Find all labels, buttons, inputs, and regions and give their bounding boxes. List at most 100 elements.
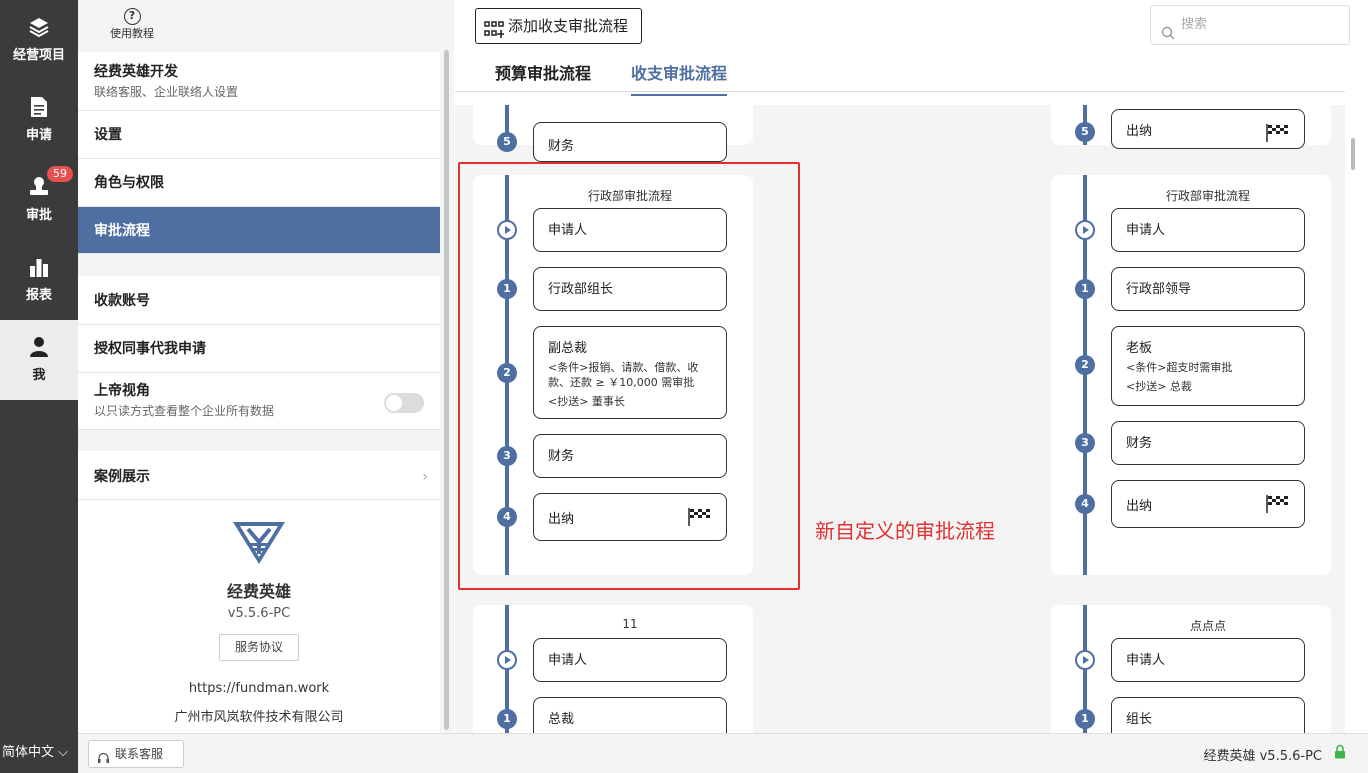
menu-item-accounts[interactable]: 收款账号 (78, 276, 440, 325)
flow-node[interactable]: 财务 (533, 122, 727, 162)
rail-label: 经营项目 (12, 48, 65, 63)
node-cc: <抄送> 总裁 (1126, 380, 1192, 393)
stamp-icon (29, 176, 49, 202)
flow-card[interactable]: 行政部审批流程 申请人 行政部领导 1 老板 <条件>超支时需审批 <抄送> 总… (1051, 175, 1331, 575)
flow-node[interactable]: 出纳 (1111, 480, 1305, 528)
flow-title: 11 (622, 617, 638, 631)
status-version: 经费英雄 v5.5.6-PC (1203, 749, 1322, 764)
contact-support-button[interactable]: 联系客服 (88, 740, 184, 768)
rail-label: 报表 (25, 288, 52, 303)
flow-node[interactable]: 组长 (1111, 697, 1305, 733)
add-flow-button[interactable]: 添加收支审批流程 (475, 8, 642, 44)
step-marker: 5 (497, 132, 517, 152)
search-icon (1161, 18, 1175, 56)
main-scrollbar[interactable] (1351, 138, 1355, 170)
layers-icon (28, 16, 50, 42)
highlight-box (458, 162, 800, 590)
lock-icon (1334, 744, 1346, 763)
menu-title: 角色与权限 (94, 175, 164, 191)
start-icon (1075, 650, 1095, 670)
flow-node[interactable]: 申请人 (1111, 638, 1305, 682)
annotation-label: 新自定义的审批流程 (815, 519, 995, 543)
menu-subtitle: 联络客服、企业联络人设置 (94, 85, 239, 99)
god-view-toggle[interactable] (384, 393, 424, 413)
rail-item-apply[interactable]: 申请 (0, 80, 78, 160)
agreement-button[interactable]: 服务协议 (219, 634, 299, 661)
document-icon (30, 96, 48, 122)
menu-title: 经费英雄开发 (94, 64, 178, 80)
menu-item-delegate[interactable]: 授权同事代我申请 (78, 325, 440, 373)
rail-item-reports[interactable]: 报表 (0, 240, 78, 320)
node-label: 财务 (1126, 436, 1153, 451)
website-link[interactable]: https://fundman.work (78, 681, 440, 696)
finish-flag-icon (1266, 495, 1290, 517)
question-icon: ? (123, 8, 141, 25)
flow-card[interactable]: 出纳 5 (1051, 105, 1331, 149)
help-button[interactable]: ? 使用教程 (94, 8, 170, 41)
headset-icon (97, 748, 110, 773)
node-label: 老板 (1126, 341, 1153, 356)
menu-title: 上帝视角 (94, 383, 150, 399)
flow-node[interactable]: 申请人 (1111, 208, 1305, 252)
search-input[interactable]: 搜索 (1150, 5, 1350, 45)
menu-title: 设置 (94, 127, 122, 143)
finish-flag-icon (1266, 124, 1290, 146)
tab-budget-flow[interactable]: 预算审批流程 (495, 60, 591, 84)
start-icon (1075, 220, 1095, 240)
bar-chart-icon (28, 256, 50, 282)
step-marker: 1 (1075, 709, 1095, 729)
add-flow-label: 添加收支审批流程 (508, 17, 629, 35)
flow-card[interactable]: 点点点 申请人 组长 1 (1051, 605, 1331, 733)
flow-node[interactable]: 总裁 (533, 697, 727, 733)
status-bar: 联系客服 经费英雄 v5.5.6-PC (78, 733, 1368, 773)
menu-title: 案例展示 (94, 469, 150, 485)
node-label: 申请人 (548, 653, 588, 668)
help-label: 使用教程 (110, 27, 154, 40)
node-label: 申请人 (1126, 223, 1166, 238)
node-label: 组长 (1126, 712, 1153, 727)
language-selector[interactable]: 简体中文 ⌵ (0, 733, 78, 773)
step-marker: 5 (1075, 122, 1095, 142)
app-name: 经费英雄 (226, 582, 291, 601)
node-label: 出纳 (1126, 499, 1153, 514)
menu-item-approval-flow[interactable]: 审批流程 (78, 207, 440, 254)
node-label: 出纳 (1126, 124, 1153, 139)
step-marker: 4 (1075, 494, 1095, 514)
menu-subtitle: 以只读方式查看整个企业所有数据 (94, 404, 275, 418)
rail-item-projects[interactable]: 经营项目 (0, 0, 78, 80)
flow-card[interactable]: 11 申请人 总裁 1 (473, 605, 753, 733)
flow-card[interactable]: 财务 5 (473, 105, 753, 162)
company-name: 广州市风岚软件技术有限公司 (174, 710, 344, 725)
menu-item-roles[interactable]: 角色与权限 (78, 159, 440, 207)
chevron-right-icon: › (422, 469, 428, 485)
panel-scrollbar[interactable] (444, 50, 449, 730)
flow-canvas: 财务 5 出纳 5 行政部审批流程 申请人 行政部组长 1 副总裁 <条件>报销… (455, 105, 1345, 733)
brand-info: 经费英雄 v5.5.6-PC 服务协议 https://fundman.work… (78, 500, 440, 733)
rail-item-approve[interactable]: 59 审批 (0, 160, 78, 240)
flow-node[interactable]: 申请人 (533, 638, 727, 682)
step-marker: 3 (1075, 433, 1095, 453)
flow-node[interactable]: 行政部领导 (1111, 267, 1305, 311)
flow-node[interactable]: 出纳 (1111, 109, 1305, 149)
step-marker: 1 (497, 709, 517, 729)
tab-bar: 预算审批流程 收支审批流程 (455, 52, 1345, 96)
tab-income-expense-flow[interactable]: 收支审批流程 (631, 60, 728, 96)
node-label: 行政部领导 (1126, 282, 1192, 297)
flow-title: 点点点 (1189, 619, 1226, 633)
add-grid-icon (484, 17, 505, 51)
menu-title: 收款账号 (94, 293, 150, 309)
rail-label: 审批 (25, 208, 52, 223)
search-placeholder: 搜索 (1181, 17, 1208, 32)
node-label: 申请人 (1126, 653, 1166, 668)
menu-item-dev[interactable]: 经费英雄开发 联络客服、企业联络人设置 (78, 52, 440, 111)
menu-item-cases[interactable]: 案例展示 › (78, 451, 440, 500)
flow-node[interactable]: 财务 (1111, 421, 1305, 465)
rail-label: 申请 (25, 128, 52, 143)
step-marker: 1 (1075, 279, 1095, 299)
approval-count-badge: 59 (47, 166, 73, 182)
step-marker: 2 (1075, 355, 1095, 375)
menu-item-settings[interactable]: 设置 (78, 111, 440, 159)
flow-node[interactable]: 老板 <条件>超支时需审批 <抄送> 总裁 (1111, 326, 1305, 406)
rail-item-me[interactable]: 我 (0, 320, 78, 400)
rail-label: 我 (32, 368, 46, 383)
